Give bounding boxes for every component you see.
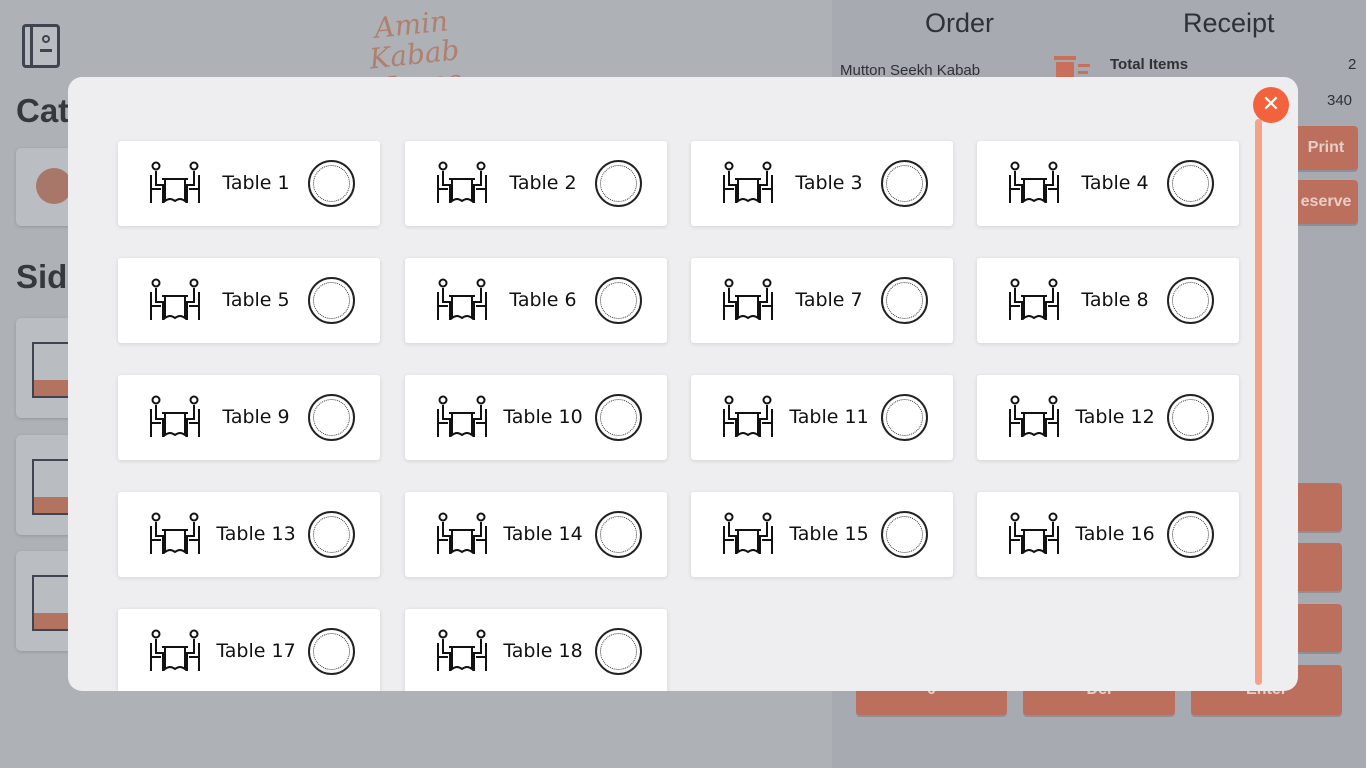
dining-table-icon — [1007, 512, 1061, 556]
table-label: Table 9 — [222, 406, 290, 428]
table-card[interactable]: Table 5 — [118, 258, 380, 343]
table-card[interactable]: Table 1 — [118, 141, 380, 226]
keypad-key[interactable] — [1294, 604, 1342, 652]
table-select-radio[interactable] — [308, 160, 355, 207]
table-select-radio[interactable] — [1167, 511, 1214, 558]
table-card[interactable]: Table 13 — [118, 492, 380, 577]
table-card[interactable]: Table 11 — [691, 375, 953, 460]
dining-table-icon — [148, 395, 202, 439]
table-label: Table 11 — [789, 406, 869, 428]
table-card[interactable]: Table 9 — [118, 375, 380, 460]
table-label: Table 18 — [503, 640, 583, 662]
table-label: Table 4 — [1081, 172, 1149, 194]
table-select-radio[interactable] — [308, 628, 355, 675]
table-label: Table 13 — [216, 523, 296, 545]
sides-heading: Sid — [16, 258, 68, 295]
table-card[interactable]: Table 2 — [405, 141, 667, 226]
table-label: Table 7 — [795, 289, 863, 311]
table-card[interactable]: Table 3 — [691, 141, 953, 226]
dining-table-icon — [721, 512, 775, 556]
dining-table-icon — [148, 161, 202, 205]
dining-table-icon — [148, 629, 202, 673]
menu-clipboard-icon — [32, 342, 72, 398]
table-label: Table 8 — [1081, 289, 1149, 311]
dining-table-icon — [721, 161, 775, 205]
table-label: Table 16 — [1075, 523, 1155, 545]
table-select-radio[interactable] — [881, 160, 928, 207]
dining-table-icon — [435, 161, 489, 205]
table-select-radio[interactable] — [881, 277, 928, 324]
table-select-radio[interactable] — [881, 511, 928, 558]
table-label: Table 2 — [509, 172, 577, 194]
categories-heading: Cat — [16, 92, 70, 129]
table-card[interactable]: Table 18 — [405, 609, 667, 691]
table-card[interactable]: Table 6 — [405, 258, 667, 343]
dining-table-icon — [148, 512, 202, 556]
table-card[interactable]: Table 16 — [977, 492, 1239, 577]
table-card[interactable]: Table 12 — [977, 375, 1239, 460]
table-label: Table 12 — [1075, 406, 1155, 428]
total-value: 340 — [1327, 92, 1353, 109]
dining-table-icon — [435, 629, 489, 673]
table-select-radio[interactable] — [1167, 277, 1214, 324]
side-item-card[interactable] — [16, 435, 76, 535]
table-label: Table 14 — [503, 523, 583, 545]
print-button[interactable]: Print — [1294, 126, 1358, 170]
table-label: Table 3 — [795, 172, 863, 194]
total-items-value: 2 — [1348, 56, 1357, 73]
reserve-button[interactable]: eserve — [1294, 180, 1358, 224]
table-card[interactable]: Table 17 — [118, 609, 380, 691]
table-select-radio[interactable] — [595, 394, 642, 441]
total-items-label: Total Items — [1110, 56, 1189, 73]
table-card[interactable]: Table 8 — [977, 258, 1239, 343]
dining-table-icon — [721, 278, 775, 322]
dining-table-icon — [1007, 278, 1061, 322]
menu-book-icon[interactable] — [22, 24, 60, 68]
side-item-card[interactable] — [16, 551, 76, 651]
table-card[interactable]: Table 14 — [405, 492, 667, 577]
table-select-radio[interactable] — [1167, 394, 1214, 441]
table-label: Table 15 — [789, 523, 869, 545]
table-select-modal: Table 1 Table 2 Table 3 Table 4 Table 5 Table… — [68, 77, 1298, 691]
table-select-radio[interactable] — [595, 511, 642, 558]
table-label: Table 5 — [222, 289, 290, 311]
table-select-radio[interactable] — [881, 394, 928, 441]
dining-table-icon — [148, 278, 202, 322]
dining-table-icon — [1007, 161, 1061, 205]
table-select-radio[interactable] — [308, 511, 355, 558]
scrollbar[interactable] — [1255, 119, 1262, 685]
menu-clipboard-icon — [32, 459, 72, 515]
table-card[interactable]: Table 15 — [691, 492, 953, 577]
category-card[interactable] — [16, 148, 76, 226]
receipt-title: Receipt — [1183, 8, 1275, 38]
table-select-radio[interactable] — [308, 277, 355, 324]
table-label: Table 1 — [222, 172, 290, 194]
table-select-radio[interactable] — [595, 160, 642, 207]
side-item-card[interactable] — [16, 318, 76, 418]
table-card[interactable]: Table 4 — [977, 141, 1239, 226]
keypad-key[interactable] — [1294, 483, 1342, 531]
table-label: Table 10 — [503, 406, 583, 428]
table-select-radio[interactable] — [308, 394, 355, 441]
table-label: Table 17 — [216, 640, 296, 662]
category-image — [36, 168, 72, 204]
table-card[interactable]: Table 10 — [405, 375, 667, 460]
dining-table-icon — [435, 278, 489, 322]
order-title: Order — [925, 8, 995, 38]
close-icon[interactable]: ✕ — [1253, 87, 1289, 123]
table-label: Table 6 — [509, 289, 577, 311]
table-select-radio[interactable] — [595, 628, 642, 675]
table-select-radio[interactable] — [1167, 160, 1214, 207]
table-select-radio[interactable] — [595, 277, 642, 324]
dining-table-icon — [435, 395, 489, 439]
menu-clipboard-icon — [32, 575, 72, 631]
dining-table-icon — [721, 395, 775, 439]
dining-table-icon — [1007, 395, 1061, 439]
dining-table-icon — [435, 512, 489, 556]
keypad-key[interactable] — [1294, 543, 1342, 591]
table-card[interactable]: Table 7 — [691, 258, 953, 343]
